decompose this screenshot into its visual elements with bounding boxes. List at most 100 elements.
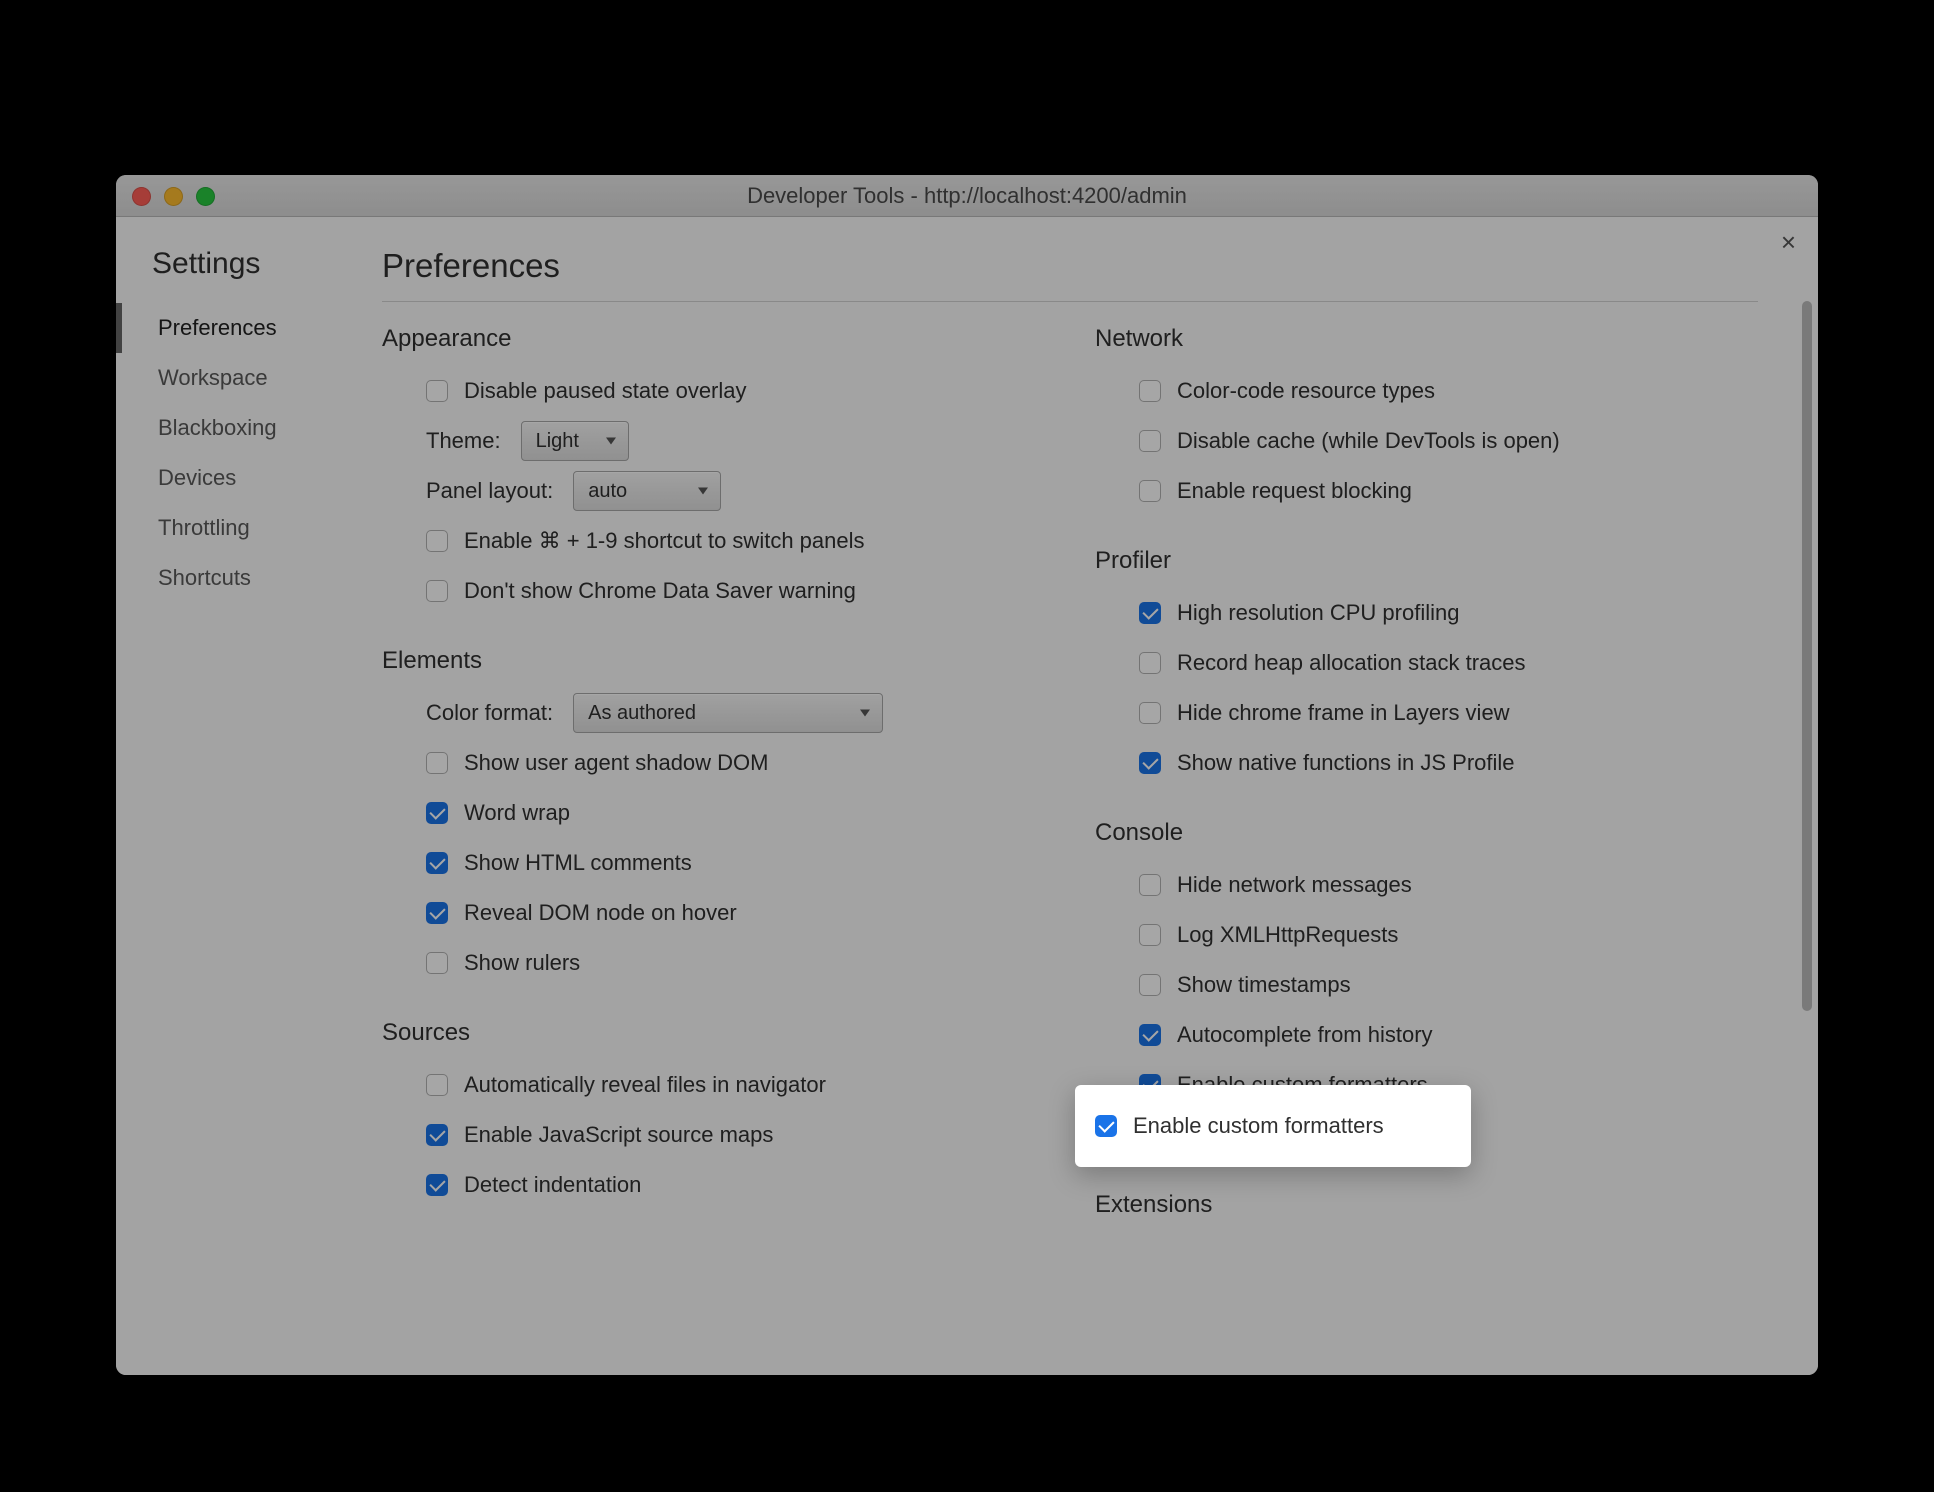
checkbox-label: Log XMLHttpRequests [1177,922,1398,948]
select-label: Color format: [426,700,553,726]
section-appearance: Appearance Disable paused state overlay Th… [382,325,1065,611]
section-heading: Network [1095,325,1778,353]
select-dropdown[interactable]: Light [521,421,629,461]
minimize-window-icon[interactable] [164,187,183,206]
checkbox[interactable] [1139,380,1161,402]
checkbox-label: Enable JavaScript source maps [464,1122,773,1148]
pref-row: Disable cache (while DevTools is open) [1139,421,1778,461]
sidebar-item-shortcuts[interactable]: Shortcuts [116,553,346,603]
checkbox-label: Hide network messages [1177,872,1412,898]
checkbox-label: High resolution CPU profiling [1177,600,1459,626]
select-dropdown[interactable]: As authored [573,693,883,733]
zoom-window-icon[interactable] [196,187,215,206]
pref-row: Reveal DOM node on hover [426,893,1065,933]
pref-row: High resolution CPU profiling [1139,593,1778,633]
checkbox[interactable] [1139,924,1161,946]
checkbox[interactable] [426,380,448,402]
titlebar: Developer Tools - http://localhost:4200/… [116,175,1818,217]
sidebar-item-devices[interactable]: Devices [116,453,346,503]
checkbox[interactable] [1139,430,1161,452]
sidebar-item-workspace[interactable]: Workspace [116,353,346,403]
sidebar-item-throttling[interactable]: Throttling [116,503,346,553]
checkbox[interactable] [426,1174,448,1196]
select-dropdown[interactable]: auto [573,471,721,511]
checkbox-label: Hide chrome frame in Layers view [1177,700,1510,726]
checkbox[interactable] [1139,702,1161,724]
highlight-enable-custom-formatters: Enable custom formatters [1075,1085,1471,1167]
checkbox[interactable] [426,852,448,874]
preferences-left-column: Appearance Disable paused state overlay Th… [382,325,1095,1355]
checkbox-label: Autocomplete from history [1177,1022,1433,1048]
title-divider [382,301,1758,302]
checkbox-label: Show rulers [464,950,580,976]
settings-sidebar: Settings PreferencesWorkspaceBlackboxing… [116,217,346,1375]
pref-row: Word wrap [426,793,1065,833]
pref-row: Disable paused state overlay [426,371,1065,411]
pref-row: Hide chrome frame in Layers view [1139,693,1778,733]
checkbox-label: Show user agent shadow DOM [464,750,769,776]
checkbox-label: Disable paused state overlay [464,378,747,404]
select-label: Panel layout: [426,478,553,504]
checkbox-label: Don't show Chrome Data Saver warning [464,578,856,604]
section-heading: Elements [382,647,1065,675]
section-elements: Elements Color format: As authored Show use… [382,647,1065,983]
checkbox-label: Detect indentation [464,1172,641,1198]
pref-row: Enable JavaScript source maps [426,1115,1065,1155]
section-heading: Appearance [382,325,1065,353]
checkbox[interactable] [426,1074,448,1096]
checkbox-label: Disable cache (while DevTools is open) [1177,428,1560,454]
section-heading: Extensions [1095,1191,1778,1219]
checkbox[interactable] [1139,1024,1161,1046]
enable-custom-formatters-label: Enable custom formatters [1133,1113,1384,1139]
page-title: Preferences [382,247,560,285]
sidebar-heading: Settings [116,247,346,303]
traffic-lights [132,175,215,217]
pref-row: Panel layout: auto [426,471,1065,511]
checkbox[interactable] [426,530,448,552]
enable-custom-formatters-checkbox[interactable] [1095,1115,1117,1137]
section-heading: Sources [382,1019,1065,1047]
checkbox[interactable] [426,902,448,924]
window-title: Developer Tools - http://localhost:4200/… [116,183,1818,209]
checkbox[interactable] [1139,602,1161,624]
pref-row: Color format: As authored [426,693,1065,733]
pref-row: Detect indentation [426,1165,1065,1205]
checkbox-label: Word wrap [464,800,570,826]
sidebar-item-blackboxing[interactable]: Blackboxing [116,403,346,453]
pref-row: Show rulers [426,943,1065,983]
section-heading: Profiler [1095,547,1778,575]
checkbox[interactable] [1139,652,1161,674]
pref-row: Theme: Light [426,421,1065,461]
checkbox-label: Enable request blocking [1177,478,1412,504]
checkbox[interactable] [426,802,448,824]
checkbox-label: Reveal DOM node on hover [464,900,737,926]
section-sources: SourcesAutomatically reveal files in nav… [382,1019,1065,1205]
checkbox[interactable] [1139,874,1161,896]
checkbox[interactable] [426,1124,448,1146]
checkbox-label: Show HTML comments [464,850,692,876]
checkbox-label: Enable ⌘ + 1-9 shortcut to switch panels [464,528,865,554]
select-label: Theme: [426,428,501,454]
checkbox[interactable] [1139,974,1161,996]
checkbox-label: Show timestamps [1177,972,1351,998]
pref-row: Show HTML comments [426,843,1065,883]
checkbox[interactable] [1139,752,1161,774]
preferences-pane: Preferences Appearance Disable paused sta… [346,217,1818,1375]
section-heading: Console [1095,819,1778,847]
checkbox[interactable] [426,952,448,974]
close-window-icon[interactable] [132,187,151,206]
checkbox[interactable] [426,580,448,602]
devtools-window: Developer Tools - http://localhost:4200/… [116,175,1818,1375]
section-profiler: ProfilerHigh resolution CPU profilingRec… [1095,547,1778,783]
sidebar-item-preferences[interactable]: Preferences [116,303,346,353]
checkbox[interactable] [426,752,448,774]
checkbox-label: Color-code resource types [1177,378,1435,404]
settings-panel: × Settings PreferencesWorkspaceBlackboxi… [116,217,1818,1375]
checkbox[interactable] [1139,480,1161,502]
pref-row: Autocomplete from history [1139,1015,1778,1055]
pref-row: Show native functions in JS Profile [1139,743,1778,783]
pref-row: Show timestamps [1139,965,1778,1005]
pref-row: Enable request blocking [1139,471,1778,511]
preferences-right-column: Network Color-code resource types Disable … [1095,325,1808,1355]
pref-row: Enable ⌘ + 1-9 shortcut to switch panels [426,521,1065,561]
